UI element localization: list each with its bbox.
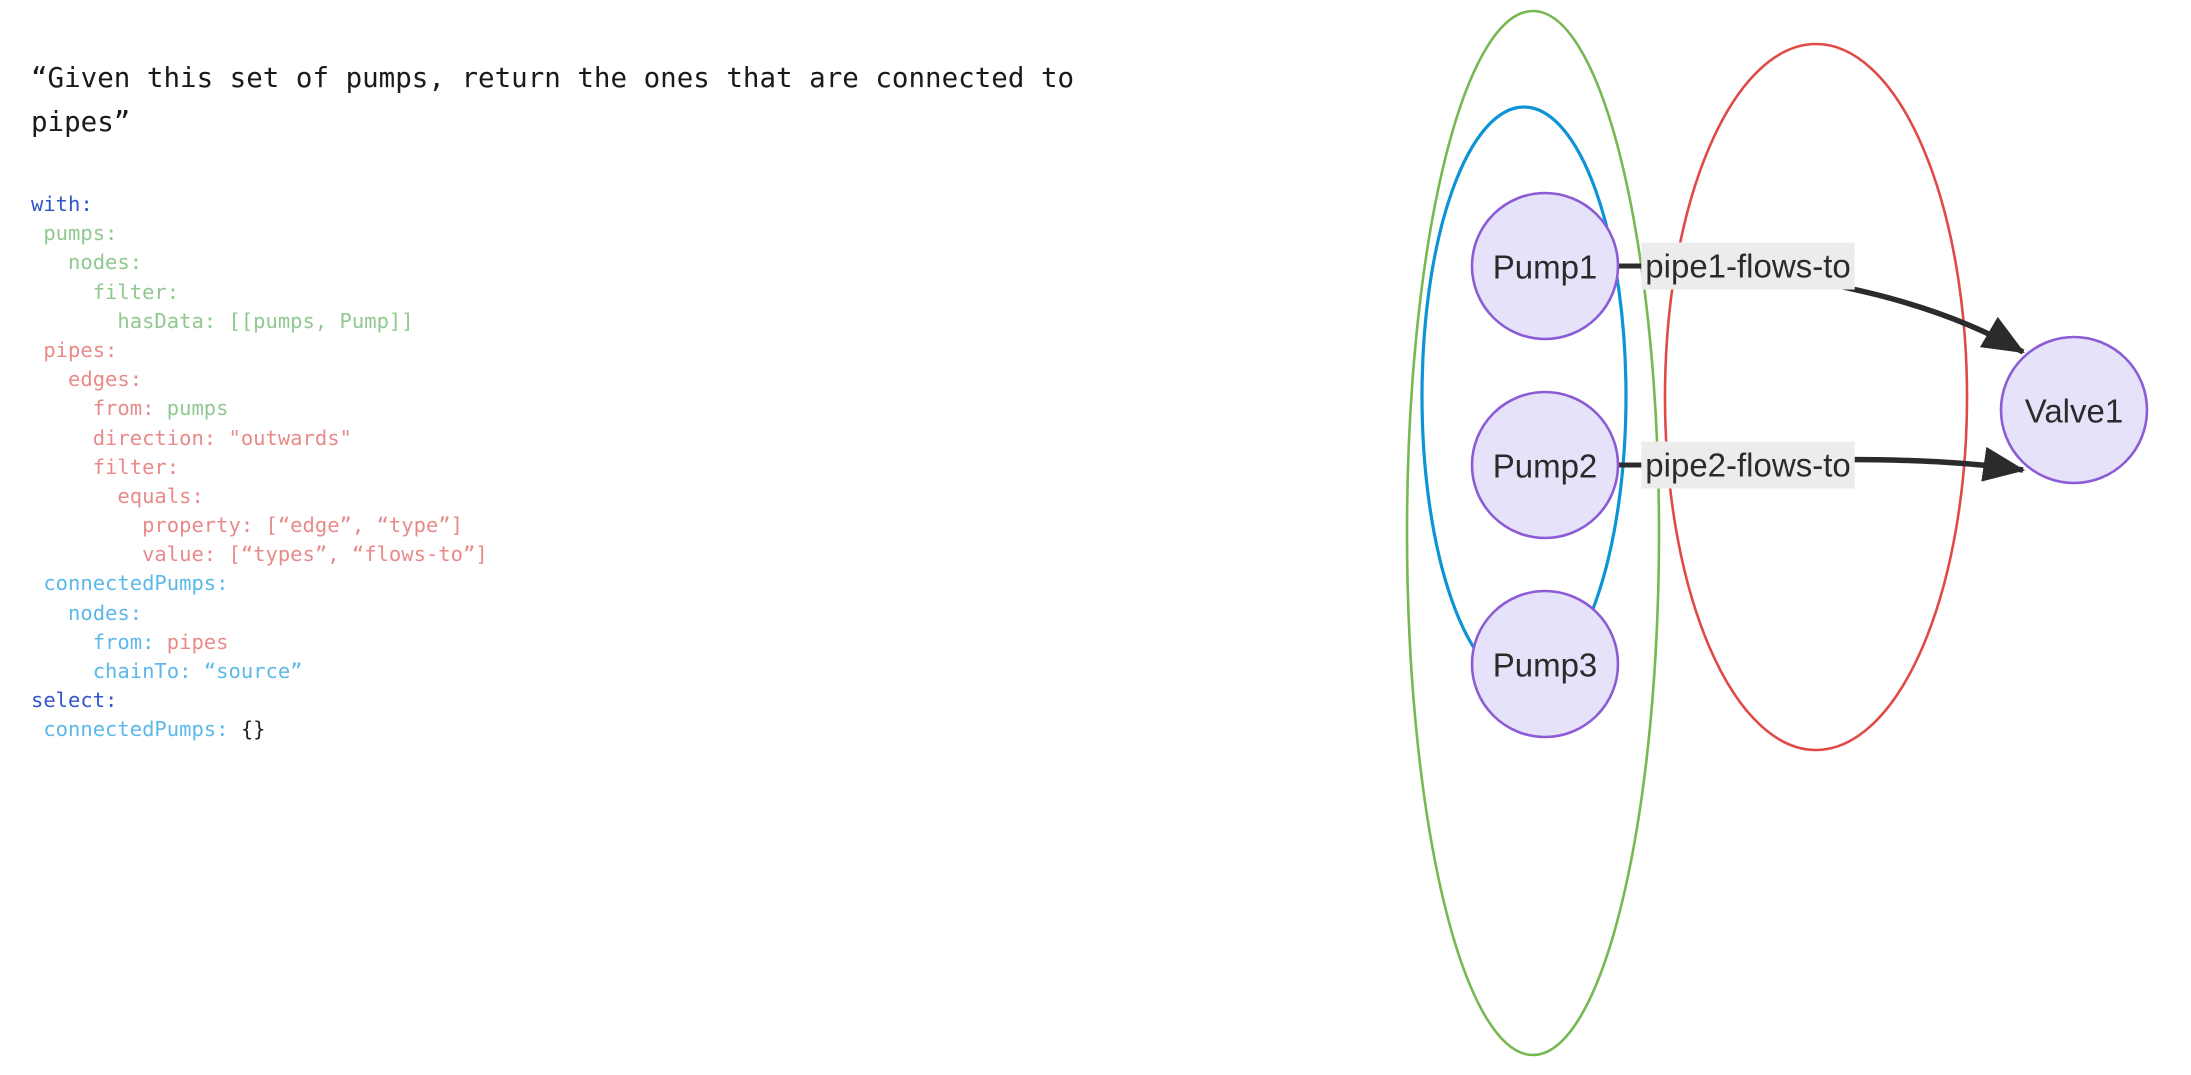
query-line: chainTo: “source” (31, 657, 488, 686)
query-token: select: (31, 688, 118, 713)
edge-label-text-pipe2: pipe2-flows-to (1645, 447, 1850, 484)
query-token: edges: (31, 367, 143, 392)
set-ellipses (1405, 9, 1969, 1057)
query-line: pumps: (31, 219, 488, 248)
query-token: connectedPumps: (31, 571, 229, 596)
query-line: from: pumps (31, 394, 488, 423)
query-line: value: [“types”, “flows-to”] (31, 540, 488, 569)
query-line: select: (31, 686, 488, 715)
query-token: from: (31, 396, 167, 421)
query-pane: “Given this set of pumps, return the one… (0, 0, 1400, 1075)
query-line: edges: (31, 365, 488, 394)
natural-language-prompt: “Given this set of pumps, return the one… (31, 62, 1091, 138)
graph-edges (1619, 263, 2026, 482)
graph-node-pump3[interactable]: Pump3 (1470, 589, 1620, 739)
node-label-valve1: Valve1 (2025, 393, 2123, 430)
graph-node-pump2[interactable]: Pump2 (1470, 390, 1620, 540)
edge-label-pipe1: pipe1-flows-to (1641, 242, 1855, 290)
query-line: from: pipes (31, 628, 488, 657)
query-code-block: with: pumps: nodes: filter: hasData: [[p… (31, 190, 488, 745)
query-token: {} (240, 717, 266, 742)
node-label-pump1: Pump1 (1493, 249, 1598, 286)
query-line: connectedPumps: {} (31, 715, 488, 744)
query-token: direction: "outwards" (31, 425, 352, 450)
query-token: connectedPumps: (31, 717, 241, 742)
set-ellipse-pipes (1663, 42, 1969, 752)
query-token: filter: (31, 454, 180, 479)
query-line: with: (31, 190, 488, 219)
query-line: property: [“edge”, “type”] (31, 511, 488, 540)
query-token: equals: (31, 483, 204, 508)
query-token: filter: (31, 279, 180, 304)
node-label-pump2: Pump2 (1493, 448, 1598, 485)
query-token: nodes: (31, 600, 143, 625)
query-line: equals: (31, 482, 488, 511)
edge-labels: pipe1-flows-to pipe2-flows-to (1641, 242, 1855, 489)
query-token: property: [“edge”, “type”] (31, 513, 463, 538)
query-token: pipes: (31, 337, 118, 362)
query-token: chainTo: “source” (31, 659, 303, 683)
query-line: filter: (31, 453, 488, 482)
query-token: pumps: (31, 221, 118, 246)
query-line: nodes: (31, 248, 488, 277)
query-line: nodes: (31, 599, 488, 628)
graph-node-pump1[interactable]: Pump1 (1470, 191, 1620, 341)
query-line: connectedPumps: (31, 569, 488, 598)
edge-label-text-pipe1: pipe1-flows-to (1645, 248, 1850, 285)
query-token: pumps (166, 396, 229, 421)
query-line: filter: (31, 278, 488, 307)
query-line: pipes: (31, 336, 488, 365)
query-line: hasData: [[pumps, Pump]] (31, 307, 488, 336)
edge-label-pipe2: pipe2-flows-to (1641, 441, 1855, 489)
graph-node-valve1[interactable]: Valve1 (1999, 335, 2149, 485)
query-token: value: [“types”, “flows-to”] (31, 542, 488, 567)
query-token: from: (31, 629, 167, 654)
query-line: direction: "outwards" (31, 424, 488, 453)
query-token: hasData: [[pumps, Pump]] (31, 308, 414, 333)
query-token: nodes: (31, 250, 143, 275)
node-label-pump3: Pump3 (1493, 647, 1598, 684)
query-token: pipes (166, 629, 229, 654)
graph-diagram: pipe1-flows-to pipe2-flows-to Pump1 Pump… (1380, 0, 2191, 1075)
query-token: with: (31, 192, 93, 216)
